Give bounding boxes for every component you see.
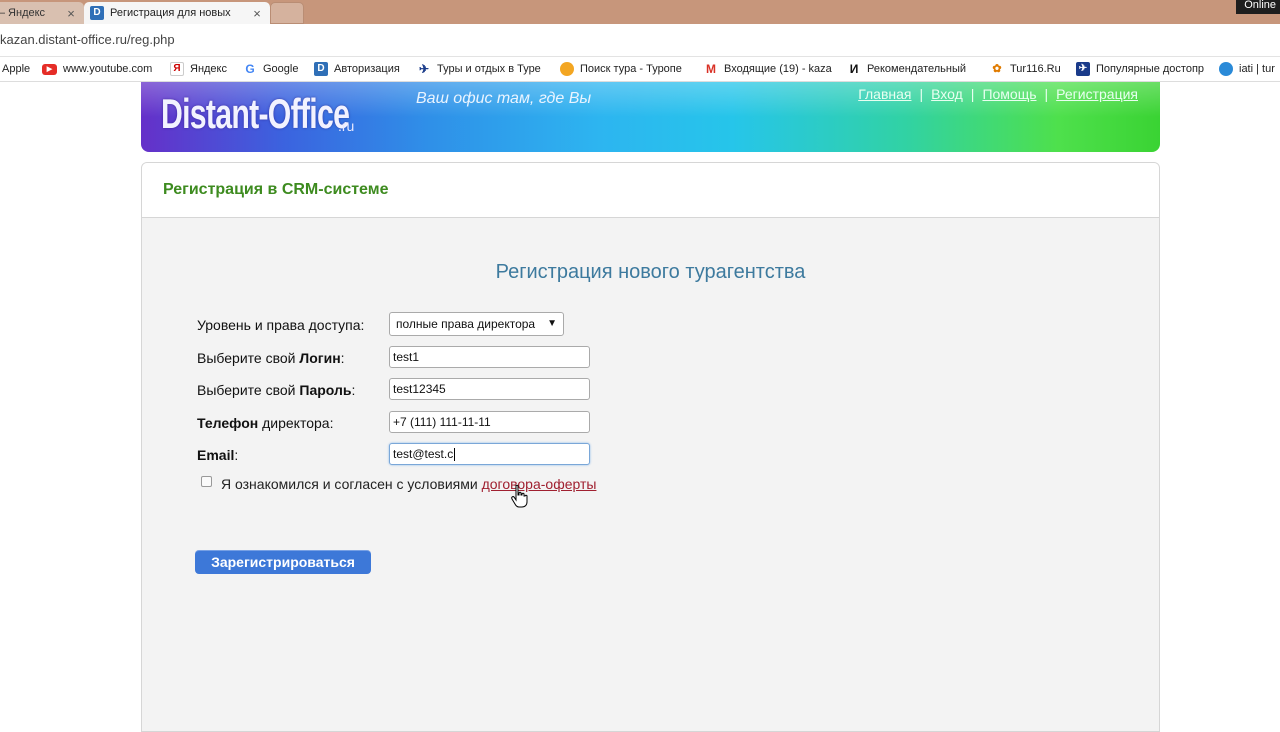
tab-title: Регистрация для новых [110,7,231,19]
email-label: Email: [197,447,239,463]
i-icon: И [847,62,861,76]
bookmark-yandex[interactable]: Я Яндекс [170,62,227,76]
bookmark-label: Поиск тура - Туропе [580,63,682,75]
distant-office-icon: D [314,62,328,76]
bookmark-apple[interactable]: Apple [2,62,30,76]
login-label: Выберите свой Логин: [197,350,345,366]
phone-input[interactable]: +7 (111) 111-11-11 [389,411,590,433]
bookmark-label: Входящие (19) - kaza [724,63,832,75]
tab-title: — Яндекс [0,7,46,19]
online-indicator: Online [1236,0,1280,14]
agree-text: Я ознакомился и согласен с условиями дог… [221,476,597,492]
bookmark-label: Tur116.Ru [1010,63,1061,75]
bookmark-avtorizaciya[interactable]: D Авторизация [314,62,400,76]
site-logo-suffix: .ru [338,118,355,134]
bookmarks-bar: Apple ▶ www.youtube.com Я Яндекс G Googl… [0,57,1280,82]
bookmark-populyarnye[interactable]: ✈ Популярные достопр [1076,62,1206,76]
new-tab-button[interactable] [270,2,304,24]
access-level-label: Уровень и права доступа: [197,317,365,333]
tur116-icon: ✿ [990,62,1004,76]
dropdown-arrow-icon: ▼ [547,318,557,329]
phone-label: Телефон директора: [197,415,334,431]
bookmark-label: Туры и отдых в Туре [437,63,541,75]
site-logo[interactable]: Distant-Office [161,90,350,138]
top-navigation: Главная | Вход | Помощь | Регистрация [858,86,1138,102]
address-bar[interactable]: kazan.distant-office.ru/reg.php [0,24,1280,57]
google-icon: G [243,62,257,76]
nav-link-register[interactable]: Регистрация [1056,86,1138,102]
bookmark-label: iati | tur [1239,63,1275,75]
site-slogan: Ваш офис там, где Вы [416,90,592,107]
bookmark-google[interactable]: G Google [243,62,298,76]
access-level-value: полные права директора [396,317,536,331]
bookmark-iati[interactable]: iati | tur [1219,62,1275,76]
tab-yandex[interactable]: — Яндекс × [0,2,84,24]
nav-link-home[interactable]: Главная [858,86,911,102]
url-text[interactable]: kazan.distant-office.ru/reg.php [0,32,175,47]
nav-link-help[interactable]: Помощь [982,86,1036,102]
hand-cursor-icon [511,484,528,508]
form-title: Регистрация нового турагентства [495,261,806,283]
globe-icon [560,62,574,76]
panel-title: Регистрация в CRM-системе [163,181,389,198]
login-input[interactable]: test1 [389,346,590,368]
youtube-icon: ▶ [42,63,57,75]
yandex-icon: Я [170,62,184,76]
iati-icon [1219,62,1233,76]
bookmark-label: Яндекс [190,63,227,75]
bookmark-label: www.youtube.com [63,63,153,75]
bookmark-rekomendatelny[interactable]: И Рекомендательный [847,62,975,76]
access-level-select[interactable]: полные права директора ▼ [389,312,564,336]
password-label: Выберите свой Пароль: [197,382,356,398]
close-icon[interactable]: × [250,6,264,21]
panel-header: Регистрация в CRM-системе [142,163,1159,218]
bookmark-tury[interactable]: ✈ Туры и отдых в Туре [417,62,547,76]
site-header-banner: Distant-Office .ru Ваш офис там, где Вы … [141,82,1160,152]
text-caret [454,448,456,462]
bookmark-gmail[interactable]: M Входящие (19) - kaza [704,62,834,76]
distant-office-icon: D [90,6,104,20]
register-button[interactable]: Зарегистрироваться [195,550,371,574]
bookmark-label: Авторизация [334,63,400,75]
bookmark-label: Рекомендательный [867,63,967,75]
registration-panel: Регистрация в CRM-системе Регистрация но… [141,162,1160,732]
close-icon[interactable]: × [64,6,78,21]
gmail-icon: M [704,62,718,76]
bookmark-label: Google [263,63,299,75]
email-input[interactable]: test@test.c [389,443,590,465]
nav-link-login[interactable]: Вход [931,86,963,102]
agree-checkbox[interactable] [201,476,212,487]
bookmark-label: Apple [2,63,31,75]
bookmark-poisk-tura[interactable]: Поиск тура - Туропе [560,62,690,76]
bird-icon: ✈ [417,62,431,76]
popular-icon: ✈ [1076,62,1090,76]
bookmark-youtube[interactable]: ▶ www.youtube.com [42,62,152,76]
tab-registration[interactable]: D Регистрация для новых × [84,2,270,24]
bookmark-label: Популярные достопр [1096,63,1205,75]
browser-tab-strip: — Яндекс × D Регистрация для новых × Onl… [0,0,1280,24]
bookmark-tur116[interactable]: ✿ Tur116.Ru [990,62,1061,76]
offer-contract-link[interactable]: договора-оферты [482,476,597,492]
password-input[interactable]: test12345 [389,378,590,400]
